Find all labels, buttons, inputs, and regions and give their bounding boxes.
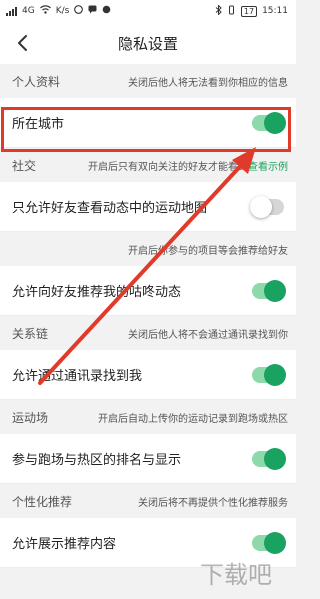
section-profile: 个人资料 关闭后他人将无法看到你相应的信息 xyxy=(0,64,296,98)
row-label-friends-map: 只允许好友查看动态中的运动地图 xyxy=(12,201,208,216)
section-header-profile: 个人资料 xyxy=(12,74,61,89)
section-desc-relations: 关闭后他人将不会通过通讯录找到你 xyxy=(128,329,288,341)
section-personalization: 个性化推荐 关闭后将不再提供个性化推荐服务 xyxy=(0,484,296,518)
section-social: 社交 开启后只有双向关注的好友才能看到查看示例 xyxy=(0,148,296,182)
toggle-recommend[interactable] xyxy=(252,279,286,302)
status-bar: 4G K/s 17 15:11 xyxy=(0,0,296,22)
section-relations: 关系链 关闭后他人将不会通过通讯录找到你 xyxy=(0,316,296,350)
toggle-knob xyxy=(264,363,286,386)
message-icon xyxy=(88,5,97,17)
app-icon xyxy=(102,5,111,17)
row-friends-map[interactable]: 只允许好友查看动态中的运动地图 xyxy=(0,182,296,232)
toggle-knob xyxy=(264,447,286,470)
wifi-icon xyxy=(39,5,51,17)
nav-bar: 隐私设置 xyxy=(0,22,296,64)
toggle-knob xyxy=(250,195,272,218)
notification-icon xyxy=(74,5,84,17)
toggle-contacts[interactable] xyxy=(252,363,286,386)
section-venues: 运动场 开启后自动上传你的运动记录到跑场或热区 xyxy=(0,400,296,434)
status-right: 17 15:11 xyxy=(215,3,288,18)
vibrate-icon xyxy=(227,5,236,18)
status-left: 4G K/s xyxy=(6,5,111,17)
section-desc-venues: 开启后自动上传你的运动记录到跑场或热区 xyxy=(98,413,288,425)
section-desc-personalization: 关闭后将不再提供个性化推荐服务 xyxy=(138,497,288,509)
toggle-friends-map[interactable] xyxy=(250,195,284,218)
row-label-city: 所在城市 xyxy=(12,117,65,132)
page-title: 隐私设置 xyxy=(117,34,178,53)
row-contacts[interactable]: 允许通过通讯录找到我 xyxy=(0,350,296,400)
toggle-knob xyxy=(264,111,286,134)
row-ranking[interactable]: 参与跑场与热区的排名与显示 xyxy=(0,434,296,484)
toggle-knob xyxy=(264,279,286,302)
section-header-social: 社交 xyxy=(12,158,37,173)
section-recommend-hint: 开启后你参与的项目等会推荐给好友 xyxy=(0,232,296,266)
network-speed: K/s xyxy=(55,6,70,16)
section-header-personalization: 个性化推荐 xyxy=(12,494,73,509)
section-desc-social: 开启后只有双向关注的好友才能看到查看示例 xyxy=(88,158,288,173)
back-button[interactable] xyxy=(10,31,34,55)
bluetooth-icon xyxy=(215,3,222,18)
view-example-link[interactable]: 查看示例 xyxy=(248,162,288,173)
section-desc-recommend-hint: 开启后你参与的项目等会推荐给好友 xyxy=(128,245,288,257)
signal-icon xyxy=(6,6,17,16)
row-show-recommend[interactable]: 允许展示推荐内容 xyxy=(0,518,296,568)
row-label-ranking: 参与跑场与热区的排名与显示 xyxy=(12,453,182,468)
row-city[interactable]: 所在城市 xyxy=(0,98,296,148)
chevron-left-icon xyxy=(18,35,27,51)
social-desc-text: 开启后只有双向关注的好友才能看到 xyxy=(88,161,248,173)
section-desc-profile: 关闭后他人将无法看到你相应的信息 xyxy=(128,77,288,89)
row-label-show-recommend: 允许展示推荐内容 xyxy=(12,537,117,552)
toggle-show-recommend[interactable] xyxy=(252,531,286,554)
row-recommend[interactable]: 允许向好友推荐我的咕咚动态 xyxy=(0,266,296,316)
section-header-venues: 运动场 xyxy=(12,410,49,425)
network-type: 4G xyxy=(22,6,35,16)
battery-level: 17 xyxy=(240,5,258,17)
toggle-knob xyxy=(264,531,286,554)
row-label-contacts: 允许通过通讯录找到我 xyxy=(12,369,143,384)
section-header-relations: 关系链 xyxy=(12,326,49,341)
status-time: 15:11 xyxy=(262,6,288,16)
toggle-ranking[interactable] xyxy=(252,447,286,470)
row-label-recommend: 允许向好友推荐我的咕咚动态 xyxy=(12,285,182,300)
toggle-city[interactable] xyxy=(252,111,286,134)
